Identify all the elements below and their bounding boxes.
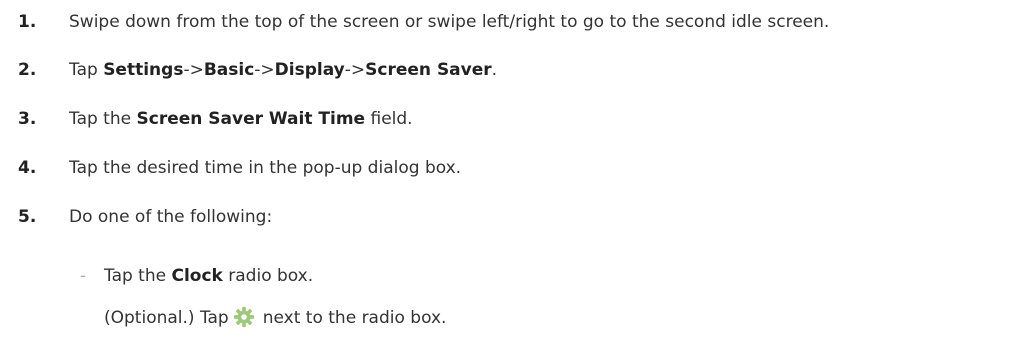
step-text: Swipe down from the top of the screen or… — [69, 12, 830, 32]
step-text-pre: Tap the — [69, 109, 137, 129]
step-number: 4. — [18, 158, 37, 178]
step-text: Tap the desired time in the pop-up dialo… — [69, 158, 462, 178]
step-text-post: . — [491, 60, 498, 80]
substep-optional: (Optional.) Tap next to the radio box. — [0, 306, 1019, 330]
menu-settings: Settings — [103, 60, 184, 80]
step-text: Do one of the following: — [69, 207, 273, 227]
list-dash: - — [80, 266, 87, 286]
substep-text: Tap the Clock radio box. — [104, 264, 313, 288]
step-number: 3. — [18, 109, 37, 129]
menu-display: Display — [274, 60, 345, 80]
step-text-post: field. — [365, 109, 413, 129]
substep-text-post: radio box. — [222, 266, 314, 286]
substep-text-pre: Tap the — [104, 266, 172, 286]
menu-screen-saver: Screen Saver — [365, 60, 492, 80]
menu-separator: -> — [183, 60, 204, 80]
substep-text-pre: (Optional.) Tap — [104, 308, 229, 328]
substep-text-post: next to the radio box. — [262, 308, 447, 328]
menu-separator: -> — [344, 60, 366, 80]
gear-icon — [233, 306, 254, 328]
step-number: 2. — [18, 60, 37, 80]
field-screen-saver-wait-time: Screen Saver Wait Time — [136, 109, 366, 129]
step-text-pre: Tap — [69, 60, 104, 80]
step-number: 5. — [18, 207, 37, 227]
step-text: Tap Settings->Basic->Display->Screen Sav… — [69, 58, 497, 82]
step-number: 1. — [18, 12, 37, 32]
menu-basic: Basic — [203, 60, 255, 80]
substep-clock: - Tap the Clock radio box. — [0, 264, 1019, 288]
step-text: Tap the Screen Saver Wait Time field. — [69, 107, 413, 131]
substep-text: (Optional.) Tap next to the radio box. — [104, 306, 446, 330]
clock-radio-label: Clock — [171, 266, 223, 286]
menu-separator: -> — [254, 60, 275, 80]
